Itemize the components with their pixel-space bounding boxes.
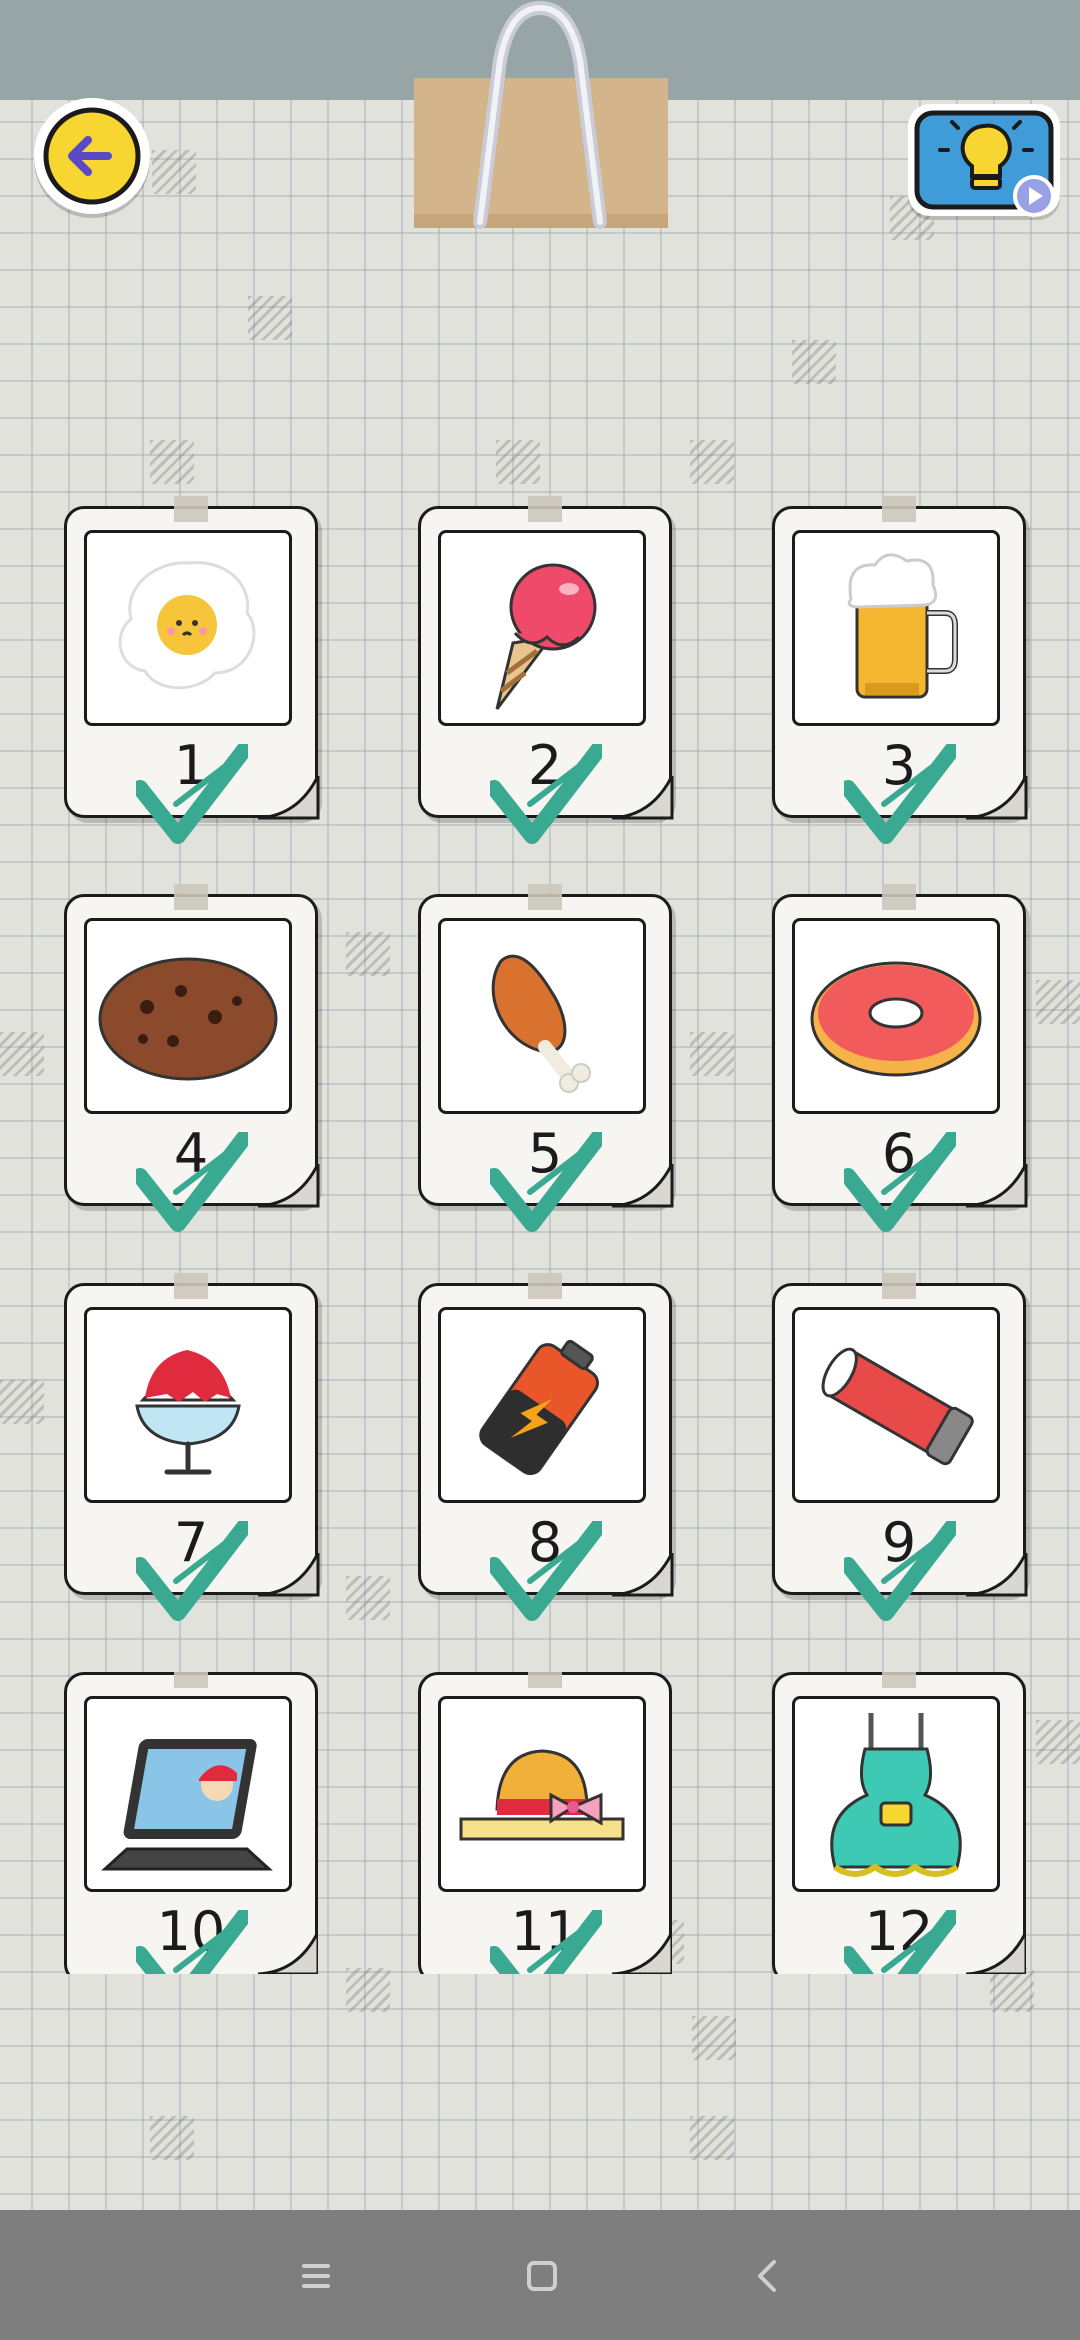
- grid-hatch: [1036, 980, 1080, 1024]
- level-picture: [438, 1696, 646, 1892]
- tape: [174, 496, 208, 522]
- level-card[interactable]: 3: [772, 496, 1028, 844]
- level-item-icon: [821, 1347, 974, 1466]
- level-picture: [84, 1307, 292, 1503]
- checkmark-icon: [136, 744, 248, 844]
- level-card[interactable]: 6: [772, 884, 1028, 1232]
- checkmark-icon: [844, 1521, 956, 1621]
- checkmark-icon: [844, 1132, 956, 1232]
- back-button[interactable]: [34, 98, 150, 214]
- level-item-icon: [101, 1739, 273, 1871]
- level-picture: [438, 1307, 646, 1503]
- arrow-left-icon: [43, 107, 141, 205]
- tape: [882, 496, 916, 522]
- grid-hatch: [692, 2016, 736, 2060]
- hint-button[interactable]: [908, 104, 1060, 217]
- level-picture: [438, 530, 646, 726]
- level-card[interactable]: 7: [64, 1273, 320, 1621]
- level-picture: [84, 918, 292, 1114]
- level-picture: [792, 530, 1000, 726]
- grid-hatch: [346, 1576, 390, 1620]
- level-item-icon: [491, 954, 591, 1093]
- level-item-icon: [459, 1749, 625, 1841]
- grid-hatch: [690, 2116, 734, 2160]
- level-picture: [792, 918, 1000, 1114]
- grid-hatch: [346, 1968, 390, 2012]
- level-item-icon: [98, 957, 278, 1081]
- grid-hatch: [150, 440, 194, 484]
- grid-hatch: [0, 1380, 44, 1424]
- level-item-icon: [479, 1339, 600, 1476]
- grid-hatch: [690, 440, 734, 484]
- checkmark-icon: [844, 744, 956, 844]
- tape: [882, 884, 916, 910]
- play-icon: [1013, 175, 1055, 217]
- checkmark-icon: [136, 1132, 248, 1232]
- menu-icon[interactable]: [292, 2252, 340, 2300]
- grid-hatch: [1036, 1720, 1080, 1764]
- back-icon[interactable]: [744, 2252, 792, 2300]
- level-picture: [84, 1696, 292, 1892]
- level-card[interactable]: 11: [418, 1672, 672, 1974]
- level-item-icon: [118, 561, 256, 690]
- level-card[interactable]: 12: [772, 1672, 1026, 1974]
- tape: [174, 1672, 208, 1688]
- level-item-icon: [830, 1713, 962, 1877]
- tape: [528, 884, 562, 910]
- level-card[interactable]: 10: [64, 1672, 318, 1974]
- level-item-icon: [810, 961, 982, 1077]
- checkmark-icon: [136, 1521, 248, 1621]
- home-icon[interactable]: [518, 2252, 566, 2300]
- level-item-icon: [495, 563, 597, 710]
- tape: [882, 1672, 916, 1688]
- grid-hatch: [496, 440, 540, 484]
- grid-hatch: [152, 150, 196, 194]
- tape: [882, 1273, 916, 1299]
- level-card[interactable]: 9: [772, 1273, 1028, 1621]
- checkmark-icon: [844, 1910, 956, 1974]
- tape: [528, 1273, 562, 1299]
- tape: [528, 1672, 562, 1688]
- level-card[interactable]: 2: [418, 496, 674, 844]
- binder-clip-icon: [473, 0, 607, 229]
- level-picture: [792, 1307, 1000, 1503]
- level-item-icon: [847, 553, 958, 699]
- grid-hatch: [150, 2116, 194, 2160]
- tape: [528, 496, 562, 522]
- grid-hatch: [0, 1032, 44, 1076]
- checkmark-icon: [490, 1910, 602, 1974]
- grid-hatch: [346, 932, 390, 976]
- level-card[interactable]: 4: [64, 884, 320, 1232]
- checkmark-icon: [490, 1521, 602, 1621]
- level-card[interactable]: 5: [418, 884, 674, 1232]
- grid-hatch: [990, 1968, 1034, 2012]
- level-picture: [84, 530, 292, 726]
- grid-hatch: [690, 1032, 734, 1076]
- level-picture: [792, 1696, 1000, 1892]
- level-picture: [438, 918, 646, 1114]
- checkmark-icon: [490, 1132, 602, 1232]
- level-item-icon: [135, 1350, 241, 1475]
- tape: [174, 884, 208, 910]
- grid-hatch: [248, 296, 292, 340]
- tape: [174, 1273, 208, 1299]
- checkmark-icon: [136, 1910, 248, 1974]
- level-card[interactable]: 1: [64, 496, 320, 844]
- checkmark-icon: [490, 744, 602, 844]
- level-card[interactable]: 8: [418, 1273, 674, 1621]
- grid-hatch: [792, 340, 836, 384]
